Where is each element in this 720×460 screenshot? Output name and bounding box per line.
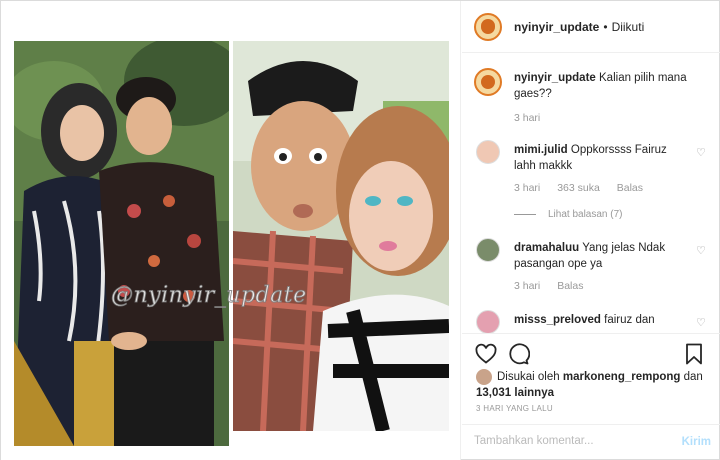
comment-like-icon[interactable]: ♡	[696, 146, 706, 159]
reply-button[interactable]: Balas	[617, 182, 643, 194]
header-separator: •	[603, 19, 608, 34]
photo-couple-left	[14, 41, 229, 446]
replies-divider	[514, 214, 536, 215]
comment-meta: 3 hari 363 suka Balas	[514, 182, 657, 194]
view-replies-label: Lihat balasan (7)	[548, 209, 623, 220]
commenter-avatar[interactable]	[476, 310, 500, 333]
post-actions: Disukai oleh markoneng_rempong dan 13,03…	[462, 333, 720, 460]
comment-icon[interactable]	[506, 342, 530, 366]
liked-by-user[interactable]: markoneng_rempong	[563, 371, 681, 383]
bookmark-icon[interactable]	[682, 342, 706, 366]
caption-username[interactable]: nyinyir_update	[514, 72, 596, 84]
liked-by: Disukai oleh markoneng_rempong dan 13,03…	[476, 369, 711, 401]
comment-like-icon[interactable]: ♡	[696, 316, 706, 329]
comment-body: mimi.julid Oppkorssss Fairuz lahh makkk	[514, 142, 689, 174]
view-replies-button[interactable]: Lihat balasan (7)	[514, 209, 623, 220]
comment-likes[interactable]: 363 suka	[557, 182, 600, 194]
comment-like-icon[interactable]: ♡	[696, 244, 706, 257]
comment-body: dramahaluu Yang jelas Ndak pasangan ope …	[514, 240, 689, 272]
author-username[interactable]: nyinyir_update	[514, 20, 599, 34]
comments-list[interactable]: nyinyir_update Kalian pilih mana gaes?? …	[462, 54, 720, 333]
liked-by-prefix: Disukai oleh	[497, 371, 560, 384]
heart-icon[interactable]	[474, 342, 498, 366]
comment-username[interactable]: misss_preloved	[514, 314, 601, 326]
action-bar	[474, 342, 709, 366]
comment-item: mimi.julid Oppkorssss Fairuz lahh makkk …	[474, 140, 714, 220]
liked-by-count[interactable]: 13,031 lainnya	[476, 387, 554, 399]
comment-username[interactable]: dramahaluu	[514, 242, 579, 254]
comment-time[interactable]: 3 hari	[514, 182, 540, 194]
reply-button[interactable]: Balas	[557, 280, 583, 292]
post-header: nyinyir_update • Diikuti	[462, 1, 720, 53]
author-avatar[interactable]	[474, 12, 502, 41]
comment-username[interactable]: mimi.julid	[514, 144, 568, 156]
commenter-avatar[interactable]	[476, 238, 500, 262]
liked-by-and: dan	[683, 371, 703, 384]
post-comment-button[interactable]: Kirim	[682, 436, 711, 448]
add-comment-bar: Kirim	[462, 424, 720, 460]
post-dialog: @nyinyir_update nyinyir_update • Diikuti…	[0, 0, 720, 460]
post-sidebar: nyinyir_update • Diikuti nyinyir_update …	[462, 1, 720, 460]
comment-item: dramahaluu Yang jelas Ndak pasangan ope …	[474, 238, 714, 308]
comment-text: fairuz dan	[604, 314, 655, 326]
photo-couple-right	[233, 41, 449, 431]
post-timestamp[interactable]: 3 HARI YANG LALU	[476, 404, 553, 413]
post-media[interactable]: @nyinyir_update	[1, 1, 461, 460]
comment-item: misss_preloved fairuz dan ♡	[474, 310, 714, 333]
commenter-avatar[interactable]	[476, 140, 500, 164]
follow-status[interactable]: Diikuti	[612, 20, 645, 34]
liker-avatar	[476, 369, 492, 385]
caption-avatar[interactable]	[474, 68, 502, 96]
caption: nyinyir_update Kalian pilih mana gaes?? …	[474, 68, 714, 128]
caption-body: nyinyir_update Kalian pilih mana gaes??	[514, 70, 689, 102]
image-watermark: @nyinyir_update	[111, 283, 307, 309]
caption-time[interactable]: 3 hari	[514, 112, 540, 124]
comment-time[interactable]: 3 hari	[514, 280, 540, 292]
comment-meta: 3 hari Balas	[514, 280, 597, 292]
caption-meta: 3 hari	[514, 112, 554, 124]
comment-input[interactable]	[474, 435, 664, 447]
comment-body: misss_preloved fairuz dan	[514, 312, 689, 328]
